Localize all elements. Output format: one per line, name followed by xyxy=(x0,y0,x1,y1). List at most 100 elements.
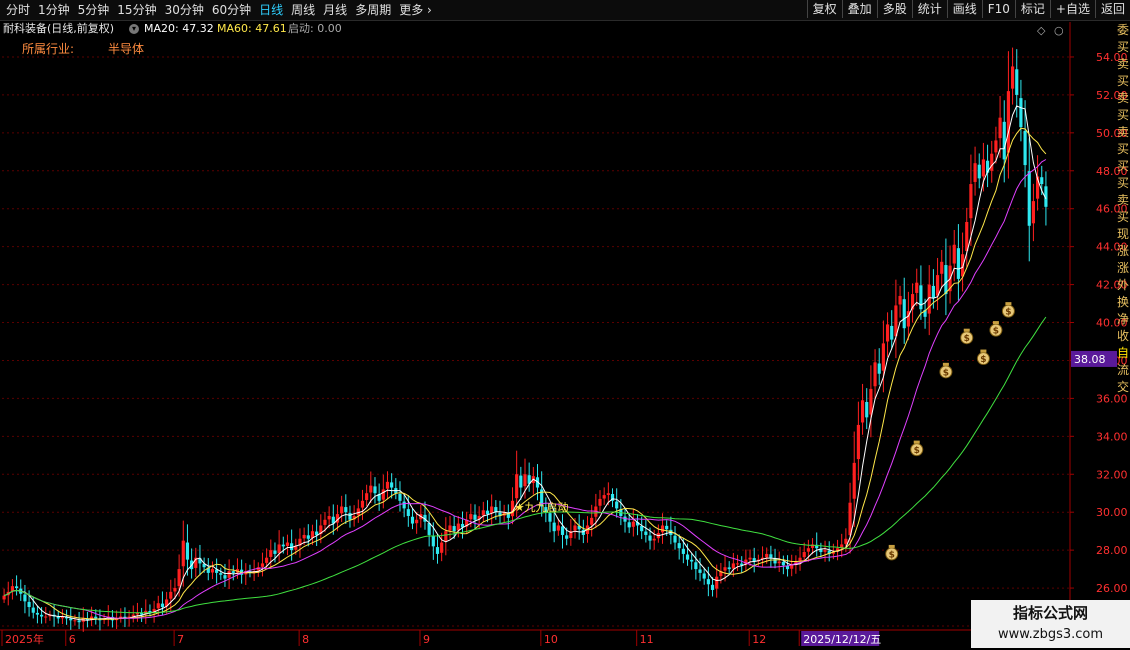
x-tick-label: 10 xyxy=(544,633,558,646)
candle-body xyxy=(223,575,227,579)
money-bag-icon: $ xyxy=(885,544,899,561)
candle-body xyxy=(823,550,827,552)
right-strip-char: 卖 xyxy=(1117,57,1130,71)
right-strip-char: 换 xyxy=(1117,295,1130,309)
candle-body xyxy=(881,343,885,371)
money-bag-symbol: $ xyxy=(914,446,920,456)
candle-body xyxy=(723,567,727,571)
candle-body xyxy=(181,540,185,567)
candle-body xyxy=(1027,171,1031,226)
candle-body xyxy=(990,153,994,171)
candle-body xyxy=(690,559,694,562)
money-bag-top xyxy=(1005,302,1012,306)
x-tick-label: 2025/12/12/五 xyxy=(803,633,881,646)
ma5-line xyxy=(3,105,1047,621)
candle-body xyxy=(156,603,160,609)
right-strip-char: 委 xyxy=(1117,23,1130,37)
candle-body xyxy=(981,159,985,177)
candlestick-chart[interactable]: 24.0026.0028.0030.0032.0034.0036.0038.00… xyxy=(0,0,1130,650)
candle-body xyxy=(473,514,477,520)
candle-body xyxy=(915,282,919,293)
candle-body xyxy=(748,557,752,560)
right-strip-char: 外 xyxy=(1117,278,1130,292)
candle-body xyxy=(427,523,431,535)
candle-body xyxy=(660,525,665,533)
candle-body xyxy=(523,474,527,487)
candle-body xyxy=(210,569,215,573)
candle-body xyxy=(973,163,977,182)
candle-body xyxy=(327,515,331,520)
candle-body xyxy=(665,525,669,530)
candle-body xyxy=(35,612,40,615)
candle-body xyxy=(644,531,648,535)
candle-body xyxy=(944,265,948,295)
candle-body xyxy=(277,544,281,553)
candle-body xyxy=(169,591,173,599)
candle-body xyxy=(27,601,31,608)
candle-body xyxy=(1002,121,1006,160)
candle-body xyxy=(769,554,773,558)
candle-body xyxy=(1023,130,1027,166)
candle-body xyxy=(269,550,273,557)
money-bag-top xyxy=(992,321,999,325)
money-bag-icon: $ xyxy=(960,328,974,345)
candle-body xyxy=(94,616,98,619)
candle-body xyxy=(69,618,73,621)
right-strip-char: 自 xyxy=(1117,346,1130,360)
money-bag-symbol: $ xyxy=(1005,308,1011,318)
candle-body xyxy=(185,542,190,560)
candle-body xyxy=(348,512,352,520)
x-tick-label: 7 xyxy=(177,633,184,646)
candle-body xyxy=(802,552,806,558)
candle-body xyxy=(848,502,852,536)
candle-body xyxy=(602,495,606,499)
right-side-panel: 委买卖买卖买卖买买买卖买现涨涨外换净收自流交 xyxy=(1117,22,1130,622)
candle-body xyxy=(652,538,656,541)
candle-body xyxy=(1010,66,1015,89)
candle-body xyxy=(735,563,740,565)
candle-body xyxy=(73,620,77,622)
candle-body xyxy=(40,614,44,617)
candle-body xyxy=(177,569,181,587)
candle-body xyxy=(431,536,435,547)
right-strip-char: 卖 xyxy=(1117,193,1130,207)
candle-body xyxy=(1031,201,1035,224)
candle-body xyxy=(777,561,781,564)
candle-body xyxy=(219,573,223,575)
candle-body xyxy=(865,401,869,418)
candle-body xyxy=(890,325,894,340)
candle-body xyxy=(231,571,235,573)
right-strip-char: 买 xyxy=(1117,74,1130,88)
candle-body xyxy=(1019,98,1023,128)
candle-body xyxy=(898,295,902,305)
money-bag-icon: $ xyxy=(976,349,990,366)
candle-body xyxy=(385,481,390,489)
candle-body xyxy=(994,140,998,153)
candle-body xyxy=(902,299,906,329)
candle-body xyxy=(615,501,619,509)
watermark-url: www.zbgs3.com xyxy=(997,627,1104,642)
candle-body xyxy=(406,509,410,516)
candle-body xyxy=(552,522,556,532)
money-bag-icon: $ xyxy=(989,321,1003,337)
money-bag-top xyxy=(980,349,987,353)
candle-body xyxy=(931,285,935,298)
candle-body xyxy=(398,493,402,501)
right-strip-char: 买 xyxy=(1117,210,1130,224)
candle-body xyxy=(952,244,956,264)
candle-body xyxy=(806,548,810,552)
candle-body xyxy=(306,535,310,539)
money-bag-icon: $ xyxy=(939,362,953,379)
candle-body xyxy=(490,506,494,514)
candle-body xyxy=(873,362,877,387)
candle-body xyxy=(160,603,165,608)
money-bag-top xyxy=(963,328,970,332)
candle-body xyxy=(710,584,715,590)
candle-body xyxy=(606,493,610,495)
right-strip-char: 净 xyxy=(1117,312,1130,326)
candle-body xyxy=(1040,177,1044,185)
candle-body xyxy=(402,501,406,509)
candle-body xyxy=(485,510,490,515)
candle-body xyxy=(227,570,231,578)
candle-body xyxy=(715,576,719,589)
